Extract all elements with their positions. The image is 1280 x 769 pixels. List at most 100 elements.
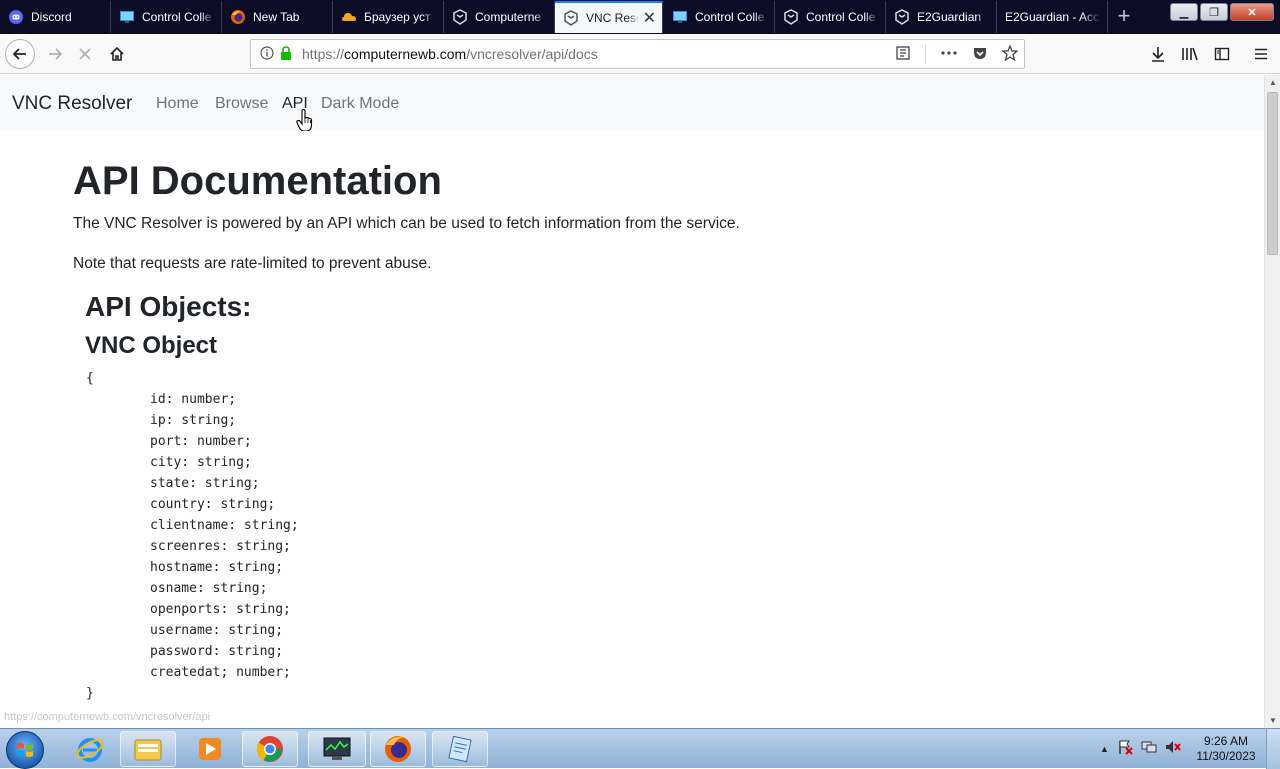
nav-link-dark-mode[interactable]: Dark Mode — [321, 95, 399, 113]
taskbar-media-player[interactable] — [182, 731, 238, 767]
taskbar-firefox[interactable] — [370, 731, 426, 767]
new-tab-button[interactable]: + — [1112, 4, 1136, 28]
sidebar-icon — [1214, 47, 1230, 61]
site-brand[interactable]: VNC Resolver — [12, 93, 132, 115]
code-field: ip: string; — [150, 413, 237, 428]
sidebar-button[interactable] — [1207, 39, 1237, 69]
code-field: id: number; — [150, 392, 237, 407]
back-arrow-icon — [12, 48, 26, 60]
page-scrollbar[interactable]: ▲ ▼ — [1264, 75, 1280, 728]
tab-computernewb[interactable]: Computerne — [444, 1, 555, 33]
library-button[interactable] — [1175, 39, 1205, 69]
network-icon[interactable] — [1141, 739, 1157, 760]
explorer-icon — [134, 739, 162, 761]
monitor-icon — [672, 9, 688, 25]
taskbar-ie[interactable] — [62, 731, 118, 767]
discord-icon — [8, 9, 24, 25]
vnc-object-heading: VNC Object — [85, 332, 218, 359]
close-window-button[interactable]: ✕ — [1230, 3, 1274, 21]
tab-e2guardian-1[interactable]: E2Guardian — [886, 1, 997, 33]
code-field: state: string; — [150, 476, 260, 491]
ie-icon — [76, 738, 104, 762]
tab-label: Браузер уст — [364, 10, 431, 24]
show-desktop-button[interactable] — [1266, 729, 1280, 769]
page-title: API Documentation — [73, 159, 442, 203]
home-button[interactable] — [102, 39, 132, 69]
url-separator — [925, 44, 926, 64]
site-navbar: VNC Resolver Home Browse API Dark Mode — [0, 75, 1264, 132]
tab-label: E2Guardian — [917, 10, 982, 24]
code-field: username: string; — [150, 623, 284, 638]
tab-control-collection-2[interactable]: Control Colle — [664, 1, 775, 33]
computernewb-icon — [783, 9, 799, 25]
computernewb-icon — [894, 9, 910, 25]
pocket-icon[interactable] — [972, 45, 988, 64]
media-player-icon — [199, 738, 221, 760]
url-prefix: https:// — [302, 46, 345, 62]
forward-button[interactable] — [40, 39, 70, 69]
start-button[interactable] — [6, 731, 44, 769]
maximize-button[interactable]: ❐ — [1200, 3, 1228, 21]
status-bar-link: https://computernewb.com/vncresolver/api — [4, 711, 211, 723]
chrome-icon — [256, 736, 283, 762]
firefox-icon — [385, 736, 411, 762]
tab-label: New Tab — [253, 10, 300, 24]
code-field: openports: string; — [150, 602, 291, 617]
action-center-flag-icon[interactable] — [1117, 739, 1133, 760]
scroll-thumb[interactable] — [1267, 92, 1278, 255]
downloads-button[interactable] — [1143, 39, 1173, 69]
code-field: hostname: string; — [150, 560, 284, 575]
nav-link-home[interactable]: Home — [156, 95, 199, 113]
intro-paragraph: The VNC Resolver is powered by an API wh… — [73, 215, 740, 232]
windows-logo-icon — [17, 743, 33, 757]
taskbar-notepad[interactable] — [432, 731, 488, 767]
nav-link-browse[interactable]: Browse — [215, 95, 268, 113]
close-tab-icon[interactable]: ✕ — [643, 8, 656, 28]
system-tray: ▲ — [1100, 729, 1181, 769]
bookmark-star-icon[interactable] — [1001, 43, 1019, 64]
tab-label: E2Guardian - Acc — [1005, 10, 1100, 24]
code-field: password: string; — [150, 644, 284, 659]
taskbar-explorer[interactable] — [120, 731, 176, 767]
download-icon — [1152, 47, 1164, 62]
scroll-up-arrow-icon[interactable]: ▲ — [1269, 78, 1277, 87]
stop-button[interactable] — [70, 39, 100, 69]
stop-icon — [79, 48, 91, 60]
menu-button[interactable] — [1246, 39, 1276, 69]
clock-time: 9:26 AM — [1203, 734, 1249, 748]
tab-discord[interactable]: Discord — [0, 1, 111, 33]
tab-e2guardian-2[interactable]: E2Guardian - Acc — [997, 1, 1108, 33]
clock-date: 11/30/2023 — [1196, 749, 1256, 763]
tab-vnc-resolver[interactable]: VNC Reso ✕ — [555, 1, 663, 33]
tab-label: Computerne — [475, 10, 542, 24]
tab-control-collection-3[interactable]: Control Colle — [775, 1, 886, 33]
tab-browser-setup[interactable]: Браузер уст — [333, 1, 444, 33]
volume-muted-icon[interactable] — [1165, 739, 1181, 760]
reader-view-icon[interactable] — [895, 45, 911, 64]
home-icon — [110, 46, 124, 61]
scroll-down-arrow-icon[interactable]: ▼ — [1269, 716, 1277, 725]
code-field: port: number; — [150, 434, 252, 449]
code-open-brace: { — [86, 371, 94, 386]
back-button[interactable] — [5, 39, 35, 69]
minimize-button[interactable]: ▁ — [1170, 3, 1198, 21]
page-actions-icon[interactable] — [940, 45, 958, 64]
taskbar-clock[interactable]: 9:26 AM 11/30/2023 — [1196, 734, 1256, 764]
monitor-icon — [119, 9, 135, 25]
tab-label: VNC Reso — [586, 11, 639, 25]
tray-expand-icon[interactable]: ▲ — [1100, 744, 1109, 754]
url-bar[interactable]: https://computernewb.com/vncresolver/api… — [250, 39, 1025, 69]
taskbar-task-manager[interactable] — [308, 731, 366, 767]
taskbar-chrome[interactable] — [242, 731, 298, 767]
code-field: city: string; — [150, 455, 252, 470]
tab-label: Control Colle — [142, 10, 212, 24]
tab-label: Control Colle — [806, 10, 876, 24]
window-controls: ▁ ❐ ✕ — [1170, 3, 1274, 21]
tab-new-tab[interactable]: New Tab — [222, 1, 333, 33]
browser-toolbar: https://computernewb.com/vncresolver/api… — [0, 34, 1280, 74]
notepad-icon — [448, 735, 472, 763]
info-icon[interactable] — [260, 45, 274, 63]
tab-control-collection-1[interactable]: Control Colle — [111, 1, 222, 33]
windows-taskbar: ▲ 9:26 AM 11/30/2023 — [0, 728, 1280, 769]
tab-label: Control Colle — [695, 10, 765, 24]
